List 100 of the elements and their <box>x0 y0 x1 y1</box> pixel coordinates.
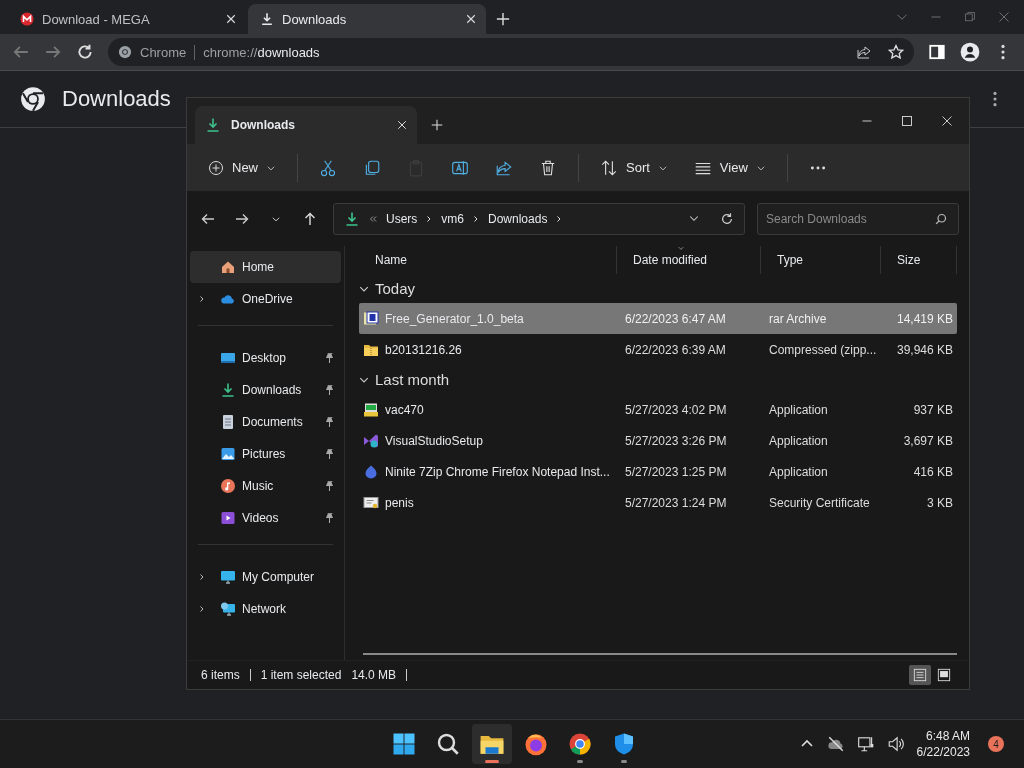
column-header[interactable]: Size <box>881 246 957 274</box>
download-icon <box>260 12 274 26</box>
type-cell-text: Application <box>768 433 829 448</box>
type-cell-text: Application <box>768 402 829 417</box>
notification-badge[interactable]: 4 <box>988 736 1004 752</box>
chrome-icon[interactable] <box>568 732 592 756</box>
taskbar-app[interactable] <box>472 724 512 764</box>
type-cell-text: Compressed (zipp... <box>768 342 878 357</box>
plus-icon <box>496 12 510 26</box>
restore-icon[interactable] <box>964 11 976 23</box>
file-name: vac470 <box>385 402 424 417</box>
date-cell-text: 6/22/2023 6:47 AM <box>624 311 727 326</box>
network-status-icon[interactable] <box>856 735 875 753</box>
chrome-icon <box>118 45 132 59</box>
page-title: Downloads <box>62 86 171 112</box>
item-count: 6 items <box>201 668 240 682</box>
plus-icon <box>431 119 443 131</box>
address-bar[interactable]: Chrome chrome://downloads <box>108 38 914 66</box>
chevron-down-icon <box>271 214 281 224</box>
clock[interactable]: 6:48 AM 6/22/2023 <box>916 728 970 760</box>
pin-icon <box>324 416 335 428</box>
breadcrumb[interactable]: vm6 <box>441 212 464 226</box>
desktop-icon <box>220 350 236 366</box>
browser-tab[interactable]: Download - MEGA <box>8 4 246 34</box>
type-cell-text: Application <box>768 464 829 479</box>
date-cell-text: 5/27/2023 4:02 PM <box>624 402 728 417</box>
selection-info: 1 item selected <box>260 668 342 682</box>
tiles-icon <box>937 668 951 682</box>
nav-item[interactable]: Documents <box>190 406 341 438</box>
group-header[interactable]: Last month <box>359 365 957 394</box>
scrollbar[interactable] <box>363 653 957 655</box>
nav-item[interactable]: My Computer <box>190 561 341 593</box>
volume-icon[interactable] <box>886 735 905 753</box>
date-cell-text: 5/27/2023 1:25 PM <box>624 464 728 479</box>
details-view-button[interactable] <box>909 665 931 685</box>
group-header[interactable]: Today <box>359 274 957 303</box>
date-cell-text: 5/27/2023 3:26 PM <box>624 433 728 448</box>
share-icon[interactable] <box>495 158 513 177</box>
type-cell-text: Security Certificate <box>768 495 871 510</box>
archive-icon <box>363 310 379 327</box>
cloud-off-icon[interactable] <box>826 735 845 753</box>
certificate-icon <box>363 494 379 511</box>
rename-icon[interactable] <box>451 158 469 177</box>
nav-item[interactable]: Videos <box>190 502 341 534</box>
url-text: chrome://downloads <box>203 44 320 60</box>
file-row[interactable]: Free_Generator_1.0_beta 6/22/2023 6:47 AM rar Archive 14,419 KB <box>359 303 957 334</box>
plus-circle-icon <box>208 159 224 176</box>
pin-icon <box>324 512 335 524</box>
reload-icon[interactable] <box>76 43 94 61</box>
file-row[interactable]: VisualStudioSetup 5/27/2023 3:26 PM Application 3,697 KB <box>359 425 957 456</box>
nav-item[interactable]: OneDrive <box>190 283 341 315</box>
pin-icon <box>324 384 335 396</box>
refresh-icon[interactable] <box>720 212 734 226</box>
type-cell-text: rar Archive <box>768 311 828 326</box>
explorer-tab[interactable]: Downloads <box>195 106 417 144</box>
column-header[interactable]: Type <box>761 246 881 274</box>
browser-tab[interactable]: Downloads <box>248 4 486 34</box>
windows-logo-icon[interactable] <box>392 732 416 756</box>
nav-item[interactable]: Desktop <box>190 342 341 374</box>
nav-item[interactable]: Home <box>190 251 341 283</box>
file-row[interactable]: b20131216.26 6/22/2023 6:39 AM Compressed (zipp... 39,946 KB <box>359 334 957 365</box>
details-icon <box>913 668 927 682</box>
sort-button[interactable]: Sort <box>591 151 677 184</box>
pictures-icon <box>220 446 236 462</box>
installer-icon <box>363 401 379 418</box>
profile-icon[interactable] <box>960 42 980 62</box>
chevron-right-icon <box>472 214 480 224</box>
file-row[interactable]: Ninite 7Zip Chrome Firefox Notepad Inst... 5/27/2023 1:25 PM Application 416 KB <box>359 456 957 487</box>
mega-logo-icon <box>20 12 34 26</box>
download-icon <box>344 211 360 227</box>
search-icon[interactable] <box>436 732 460 756</box>
network-icon <box>220 601 236 617</box>
file-row[interactable]: penis 5/27/2023 1:24 PM Security Certificate 3 KB <box>359 487 957 518</box>
site-label: Chrome <box>140 44 196 60</box>
breadcrumb[interactable]: Downloads <box>488 212 548 226</box>
side-panel-icon[interactable] <box>928 43 946 61</box>
trash-icon[interactable] <box>539 158 557 177</box>
nav-item[interactable]: Downloads <box>190 374 341 406</box>
scissors-icon[interactable] <box>319 158 337 177</box>
column-header[interactable]: Date modified <box>617 246 761 274</box>
new-button[interactable]: New <box>199 151 285 184</box>
copy-icon[interactable] <box>363 158 381 177</box>
maximize-icon[interactable] <box>901 115 913 127</box>
view-button[interactable]: View <box>684 151 775 184</box>
address-field[interactable]: Users vm6 Downloads <box>333 203 745 235</box>
shield-icon[interactable] <box>612 732 636 756</box>
nav-item[interactable]: Music <box>190 470 341 502</box>
search-field[interactable]: Search Downloads <box>757 203 959 235</box>
firefox-icon[interactable] <box>524 732 548 756</box>
chrome-logo-icon <box>20 86 46 112</box>
up-arrow-icon <box>302 211 318 227</box>
star-icon[interactable] <box>888 44 904 60</box>
share-icon[interactable] <box>856 44 872 60</box>
nav-item[interactable]: Network <box>190 593 341 625</box>
column-header[interactable]: Name <box>359 246 617 274</box>
file-name: Ninite 7Zip Chrome Firefox Notepad Inst... <box>385 464 610 479</box>
breadcrumb[interactable]: Users <box>386 212 418 226</box>
nav-item[interactable]: Pictures <box>190 438 341 470</box>
file-name: Free_Generator_1.0_beta <box>385 311 524 326</box>
file-row[interactable]: vac470 5/27/2023 4:02 PM Application 937 KB <box>359 394 957 425</box>
